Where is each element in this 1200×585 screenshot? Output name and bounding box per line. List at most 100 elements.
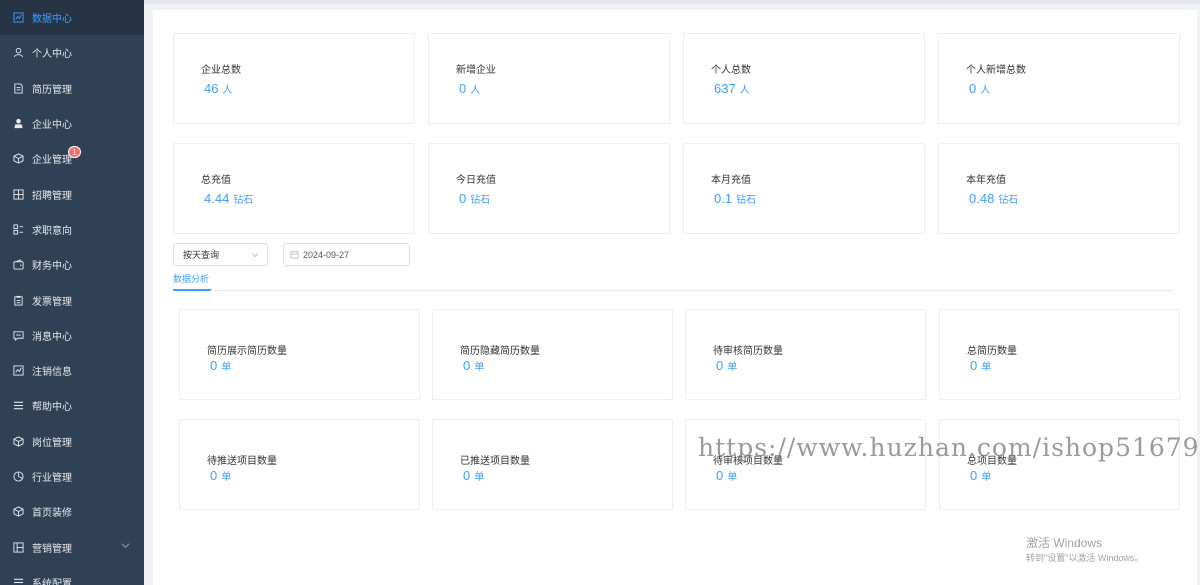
sidebar-item-label: 企业管理 xyxy=(32,155,72,167)
sidebar-item-label: 发票管理 xyxy=(32,296,72,308)
stat-unit: 钻石 xyxy=(470,195,491,206)
stat-title: 待推送项目数量 xyxy=(207,456,277,467)
stat-value-row: 0.1 钻石 xyxy=(714,191,756,206)
sidebar-item-label: 首页装修 xyxy=(32,508,72,520)
box-icon xyxy=(13,153,24,164)
stat-value-row: 0人 xyxy=(459,81,480,96)
stat-unit: 单 xyxy=(474,362,485,373)
stat-value: 4.44 xyxy=(204,191,230,206)
stat-unit: 单 xyxy=(221,472,232,483)
sidebar-item-3[interactable]: 企业中心 xyxy=(0,106,144,141)
stat-value-row: 0单 xyxy=(970,358,991,373)
stat-value: 0.48 xyxy=(969,191,995,206)
sidebar-item-1[interactable]: 个人中心 xyxy=(0,35,144,70)
sidebar-item-9[interactable]: 消息中心 xyxy=(0,318,144,353)
stat-value-row: 0单 xyxy=(463,468,484,483)
chart-line-icon xyxy=(13,365,24,376)
sidebar-item-label: 消息中心 xyxy=(32,331,72,343)
sidebar-item-label: 岗位管理 xyxy=(32,437,72,449)
stat-value: 46 xyxy=(204,81,219,96)
stat-card: 待推送项目数量 0 单 xyxy=(179,419,420,510)
sidebar-item-15[interactable]: 营销管理 xyxy=(0,529,144,564)
stat-title: 企业总数 xyxy=(201,65,241,76)
top-strip xyxy=(144,0,1200,4)
stat-value: 637 xyxy=(714,81,736,96)
query-mode-select[interactable]: 按天查询 xyxy=(173,243,268,266)
sidebar-item-label: 个人中心 xyxy=(32,49,72,61)
stat-title: 总充值 xyxy=(201,175,231,186)
list-icon xyxy=(13,577,24,585)
date-value: 2024-09-27 xyxy=(303,249,350,260)
stat-value: 0 xyxy=(970,468,978,483)
sidebar-item-7[interactable]: 财务中心 xyxy=(0,247,144,282)
stat-card: 简历隐藏简历数量 0 单 xyxy=(432,309,673,400)
stat-value-row: 0单 xyxy=(210,468,231,483)
sidebar-item-label: 求职意向 xyxy=(32,225,72,237)
main-panel: 按天查询 2024-09-27 数据分析 企业总数 46 人新增企业 0 人个人总数 63… xyxy=(153,10,1197,585)
stat-value: 0 xyxy=(970,358,978,373)
date-picker[interactable]: 2024-09-27 xyxy=(283,243,410,266)
stat-value: 0 xyxy=(459,81,467,96)
chevron-down-icon xyxy=(121,543,130,549)
stat-value: 0.1 xyxy=(714,191,733,206)
chevron-down-icon xyxy=(251,253,259,258)
stat-unit: 钻石 xyxy=(736,195,757,206)
stat-value-row: 0单 xyxy=(210,358,231,373)
sidebar-item-13[interactable]: 行业管理 xyxy=(0,459,144,494)
user-icon xyxy=(13,47,24,58)
stat-card: 个人新增总数 0 人 xyxy=(938,33,1180,124)
stat-card: 本月充值 0.1 钻石 xyxy=(683,143,925,234)
wallet-icon xyxy=(13,259,24,270)
stat-card: 总充值 4.44 钻石 xyxy=(173,143,415,234)
sidebar-item-0[interactable]: 数据中心 xyxy=(0,0,144,36)
sidebar-item-5[interactable]: 招聘管理 xyxy=(0,176,144,211)
sidebar-item-11[interactable]: 帮助中心 xyxy=(0,388,144,423)
stat-value-row: 0单 xyxy=(716,358,737,373)
sidebar-item-12[interactable]: 岗位管理 xyxy=(0,424,144,459)
stat-value: 0 xyxy=(210,468,218,483)
query-mode-value: 按天查询 xyxy=(183,250,220,260)
notification-badge: 1 xyxy=(68,146,81,159)
stat-unit: 人 xyxy=(470,85,481,96)
sidebar-item-8[interactable]: 发票管理 xyxy=(0,282,144,317)
stat-value-row: 0单 xyxy=(463,358,484,373)
stat-unit: 单 xyxy=(727,472,738,483)
stat-unit: 钻石 xyxy=(233,195,254,206)
document-icon xyxy=(13,83,24,94)
stat-title: 简历隐藏简历数量 xyxy=(460,346,540,357)
stat-value-row: 4.44 钻石 xyxy=(204,191,253,206)
stat-value: 0 xyxy=(210,358,218,373)
sidebar-item-10[interactable]: 注销信息 xyxy=(0,353,144,388)
stat-value: 0 xyxy=(969,81,977,96)
sidebar-item-label: 行业管理 xyxy=(32,473,72,484)
box-icon xyxy=(13,506,24,517)
sidebar-item-6[interactable]: 求职意向 xyxy=(0,212,144,247)
stat-title: 总简历数量 xyxy=(967,346,1017,357)
stat-unit: 钻石 xyxy=(998,195,1019,206)
stat-value: 0 xyxy=(459,191,467,206)
message-icon xyxy=(13,330,24,341)
stat-title: 本月充值 xyxy=(711,175,751,186)
sidebar-item-14[interactable]: 首页装修 xyxy=(0,494,144,529)
calendar-icon xyxy=(290,250,299,259)
stat-value: 0 xyxy=(463,358,471,373)
stat-value-row: 0人 xyxy=(969,81,990,96)
stat-unit: 单 xyxy=(981,472,992,483)
sidebar-item-label: 简历管理 xyxy=(32,84,72,96)
tab-data-analysis[interactable]: 数据分析 xyxy=(173,272,212,291)
stat-unit: 人 xyxy=(739,85,750,96)
user-solid-icon xyxy=(13,118,24,129)
sidebar-item-2[interactable]: 简历管理 xyxy=(0,71,144,106)
stat-value: 0 xyxy=(716,468,724,483)
sidebar-item-16[interactable]: 系统配置 xyxy=(0,565,144,585)
sidebar-item-label: 招聘管理 xyxy=(32,190,72,202)
stat-value-row: 0单 xyxy=(716,468,737,483)
sidebar-item-label: 营销管理 xyxy=(32,543,72,555)
stat-card: 今日充值 0 钻石 xyxy=(428,143,670,234)
windows-activation-hint: 转到"设置"以激活 Windows。 xyxy=(1026,553,1144,563)
pie-chart-icon xyxy=(13,471,24,482)
sidebar-item-4[interactable]: 企业管理 1 xyxy=(0,141,144,176)
sidebar-item-label: 企业中心 xyxy=(32,120,72,132)
clipboard-icon xyxy=(13,295,24,306)
stat-value-row: 46 人 xyxy=(204,81,232,96)
